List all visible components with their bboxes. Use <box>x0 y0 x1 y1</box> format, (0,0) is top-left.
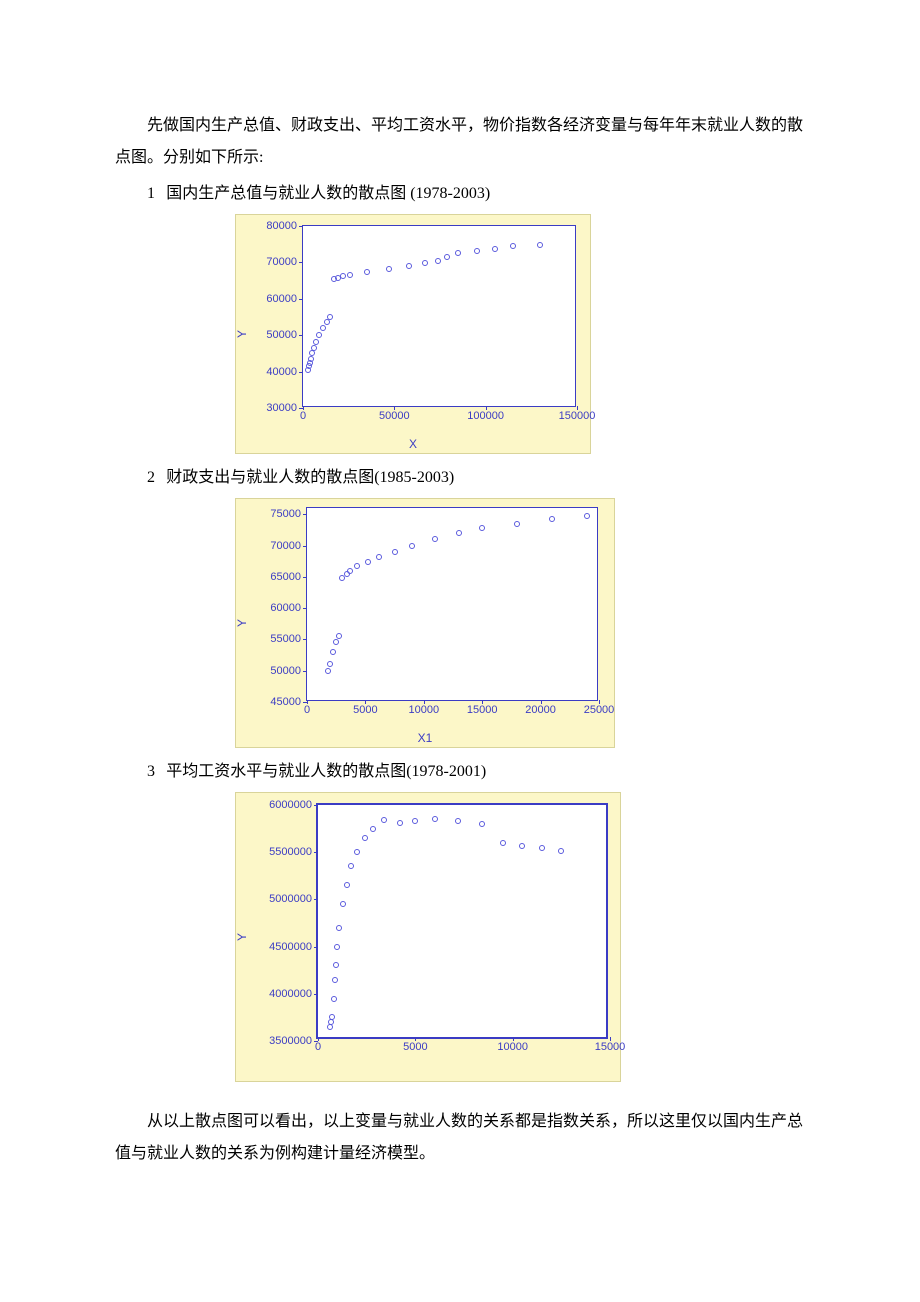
chart-container-3: Y 35000004000000450000050000005500000600… <box>235 792 805 1082</box>
data-point <box>313 339 319 345</box>
data-point <box>333 962 339 968</box>
data-point <box>332 977 338 983</box>
data-point <box>333 639 339 645</box>
item-number: 1 <box>147 178 166 210</box>
item-number: 2 <box>147 462 166 494</box>
data-point <box>474 248 480 254</box>
data-point <box>412 818 418 824</box>
data-point <box>510 243 516 249</box>
data-point <box>311 345 317 351</box>
data-point <box>308 356 314 362</box>
y-axis-label: Y <box>235 619 249 627</box>
data-point <box>422 260 428 266</box>
data-point <box>537 242 543 248</box>
data-point <box>479 821 485 827</box>
y-axis-label: Y <box>235 330 249 338</box>
item-text: 国内生产总值与就业人数的散点图 (1978-2003) <box>166 185 490 202</box>
data-point <box>354 849 360 855</box>
data-point <box>406 263 412 269</box>
data-point <box>455 818 461 824</box>
scatter-chart-2: Y X1 45000500005500060000650007000075000… <box>235 498 615 748</box>
data-point <box>456 530 462 536</box>
data-point <box>386 266 392 272</box>
data-point <box>514 521 520 527</box>
data-point <box>376 554 382 560</box>
data-point <box>479 525 485 531</box>
data-point <box>327 314 333 320</box>
data-point <box>549 516 555 522</box>
scatter-chart-3: Y 35000004000000450000050000005500000600… <box>235 792 621 1082</box>
data-point <box>327 661 333 667</box>
data-point <box>362 835 368 841</box>
data-point <box>539 845 545 851</box>
data-point <box>354 563 360 569</box>
data-point <box>432 816 438 822</box>
item-text: 财政支出与就业人数的散点图(1985-2003) <box>166 469 454 486</box>
list-item-1: 1国内生产总值与就业人数的散点图 (1978-2003) <box>115 178 805 210</box>
outro-paragraph: 从以上散点图可以看出，以上变量与就业人数的关系都是指数关系，所以这里仅以国内生产… <box>115 1106 805 1170</box>
data-point <box>558 848 564 854</box>
x-axis-label: X1 <box>418 731 433 745</box>
plot-area: 3000040000500006000070000800000500001000… <box>302 225 576 407</box>
data-point <box>492 246 498 252</box>
data-point <box>340 901 346 907</box>
data-point <box>455 250 461 256</box>
data-point <box>336 633 342 639</box>
scatter-chart-1: Y X 300004000050000600007000080000050000… <box>235 214 591 454</box>
data-point <box>320 325 326 331</box>
chart-container-2: Y X1 45000500005500060000650007000075000… <box>235 498 805 748</box>
data-point <box>365 559 371 565</box>
data-point <box>331 996 337 1002</box>
intro-paragraph: 先做国内生产总值、财政支出、平均工资水平，物价指数各经济变量与每年年末就业人数的… <box>115 110 805 174</box>
item-number: 3 <box>147 756 166 788</box>
data-point <box>347 272 353 278</box>
data-point <box>397 820 403 826</box>
data-point <box>519 843 525 849</box>
data-point <box>381 817 387 823</box>
data-point <box>347 568 353 574</box>
data-point <box>324 319 330 325</box>
data-point <box>584 513 590 519</box>
data-point <box>340 273 346 279</box>
data-point <box>392 549 398 555</box>
data-point <box>435 258 441 264</box>
list-item-2: 2财政支出与就业人数的散点图(1985-2003) <box>115 462 805 494</box>
data-point <box>330 649 336 655</box>
plot-area: 4500050000550006000065000700007500005000… <box>306 507 598 701</box>
y-axis-label: Y <box>235 933 249 941</box>
data-point <box>409 543 415 549</box>
data-point <box>500 840 506 846</box>
data-point <box>364 269 370 275</box>
data-point <box>309 350 315 356</box>
data-point <box>316 332 322 338</box>
data-point <box>370 826 376 832</box>
chart-container-1: Y X 300004000050000600007000080000050000… <box>235 214 805 454</box>
data-point <box>344 882 350 888</box>
data-point <box>329 1014 335 1020</box>
data-point <box>325 668 331 674</box>
data-point <box>348 863 354 869</box>
data-point <box>334 944 340 950</box>
data-point <box>336 925 342 931</box>
x-axis-label: X <box>409 437 417 451</box>
item-text: 平均工资水平与就业人数的散点图(1978-2001) <box>166 763 486 780</box>
plot-area: 3500000400000045000005000000550000060000… <box>316 803 608 1039</box>
data-point <box>432 536 438 542</box>
data-point <box>444 254 450 260</box>
document-page: 先做国内生产总值、财政支出、平均工资水平，物价指数各经济变量与每年年末就业人数的… <box>0 0 920 1302</box>
list-item-3: 3平均工资水平与就业人数的散点图(1978-2001) <box>115 756 805 788</box>
